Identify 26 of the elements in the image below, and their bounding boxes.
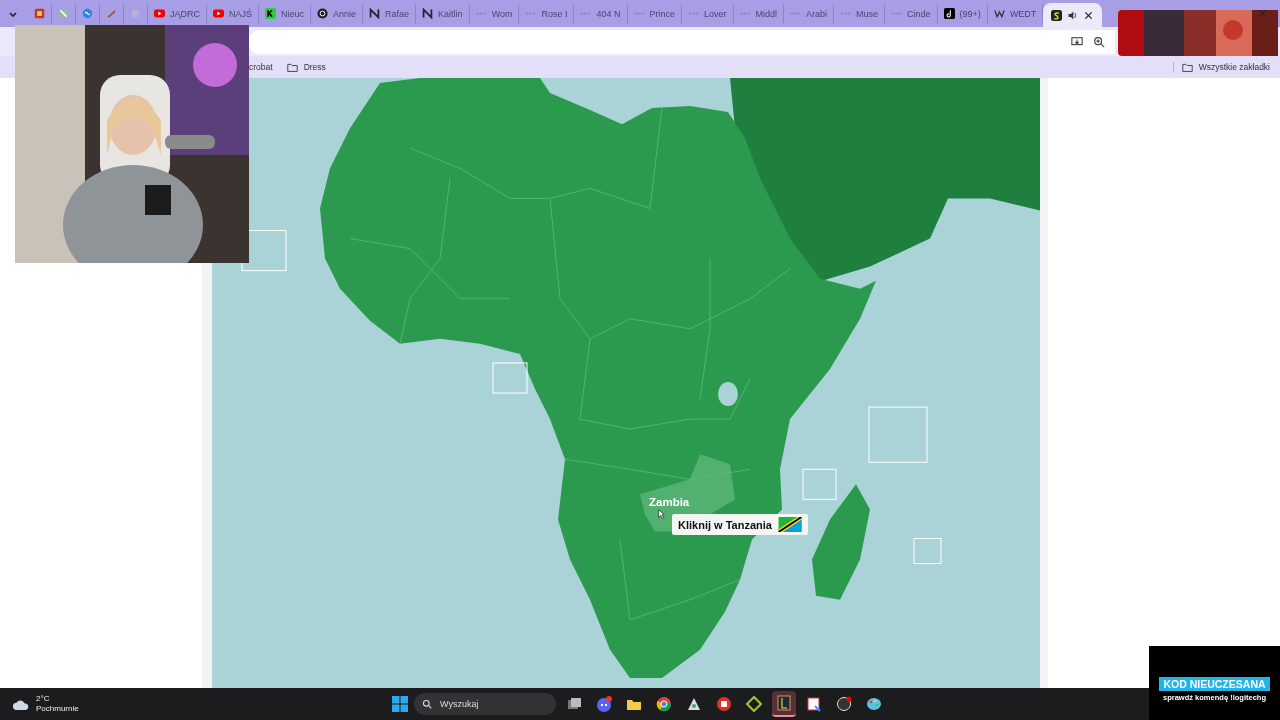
tab[interactable]: JĄDRC <box>148 3 207 24</box>
tab[interactable]: Arabi <box>784 3 835 24</box>
temperature-text: 2°C <box>36 694 51 704</box>
tab[interactable]: Cinde <box>885 3 938 24</box>
bookmark[interactable]: crobat <box>249 62 273 72</box>
country-label: Zambia <box>649 496 690 508</box>
promo-code: KOD NIEUCZESANA <box>1159 677 1270 691</box>
weather-text: Pochmurnie <box>36 704 79 714</box>
tab[interactable]: Kaitlin <box>416 3 470 24</box>
tab[interactable]: Prince <box>627 3 683 24</box>
search-field[interactable]: Wyszukaj <box>414 693 556 715</box>
tab[interactable]: Rafae <box>363 3 417 24</box>
tab[interactable]: (99+) <box>937 3 988 24</box>
tab[interactable]: Middl <box>733 3 785 24</box>
tab[interactable]: Rose I <box>519 3 575 24</box>
tab[interactable]: Lover <box>682 3 734 24</box>
tab[interactable]: Annie <box>311 3 364 24</box>
map[interactable]: Zambia Kliknij w Tanzania <box>212 78 1040 688</box>
tab[interactable]: Nieuc <box>259 3 312 24</box>
tab[interactable]: NAJŚ <box>207 3 260 24</box>
bookmark[interactable]: Dress <box>286 61 326 73</box>
prompt-text: Kliknij w Tanzania <box>678 518 772 531</box>
tab[interactable]: Wom <box>469 3 520 24</box>
tab[interactable]: Muse <box>834 3 886 24</box>
tab[interactable]: 404 N <box>574 3 628 24</box>
bookmarks-folder[interactable]: Wszystkie zakładki <box>1172 61 1270 73</box>
